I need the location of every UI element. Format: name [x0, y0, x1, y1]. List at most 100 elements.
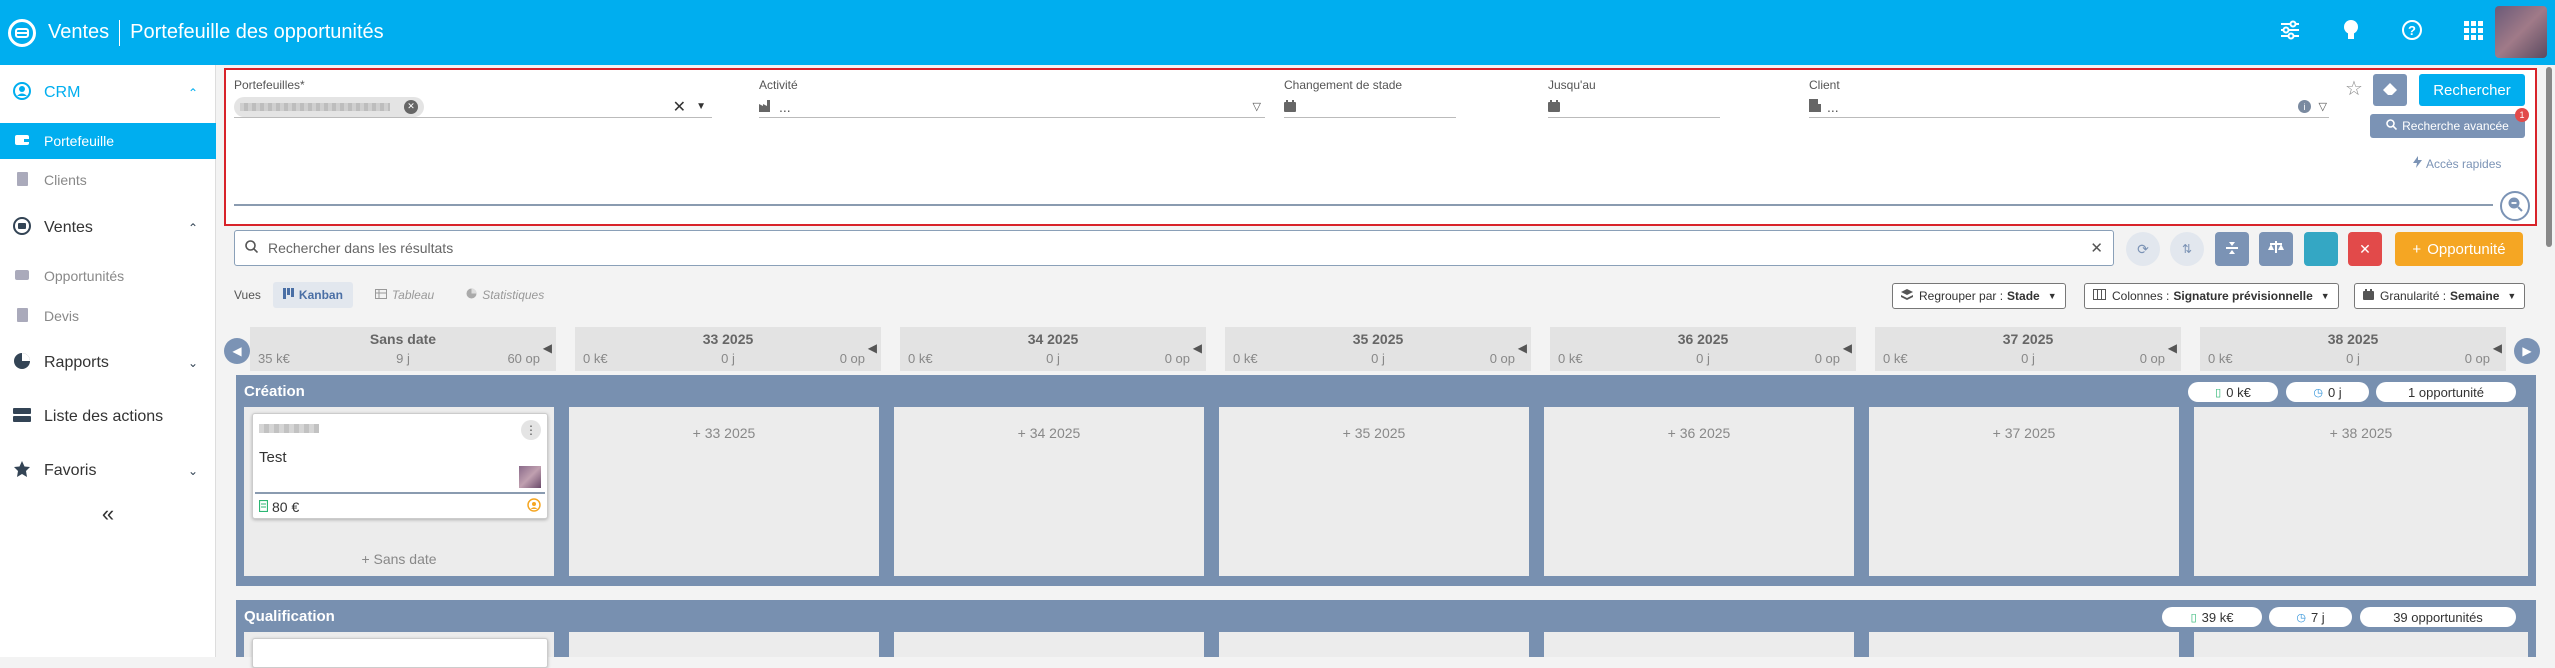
sidebar-item-clients[interactable]: Clients — [0, 165, 216, 195]
list-icon — [8, 407, 36, 427]
plus-icon: + — [2412, 240, 2422, 258]
sort-button[interactable]: ⇅ — [2170, 232, 2204, 266]
building-icon — [1809, 98, 1821, 115]
views-bar: Vues Kanban Tableau Statistiques — [234, 281, 554, 309]
add-to-column-button[interactable]: + 36 2025 — [1544, 425, 1854, 441]
sidebar-item-crm[interactable]: CRM ⌃ — [0, 75, 216, 111]
column-days: 0 j — [1696, 351, 1710, 366]
help-icon[interactable]: ? — [2401, 19, 2423, 47]
star-outline-icon[interactable]: ☆ — [2345, 76, 2363, 101]
add-to-column-button[interactable]: + 35 2025 — [1219, 425, 1529, 441]
arrow-left-icon: ◀ — [232, 344, 242, 358]
tab-statistiques-label: Statistiques — [482, 288, 545, 302]
changement-field[interactable] — [1284, 96, 1456, 118]
sidebar-label-actions: Liste des actions — [44, 408, 164, 425]
opportunity-card[interactable]: ⋮ Test 80 € — [252, 413, 548, 519]
group-by-select[interactable]: Regrouper par : Stade ▼ — [1892, 283, 2066, 309]
tab-kanban[interactable]: Kanban — [272, 282, 353, 308]
scrollbar-thumb[interactable] — [2546, 67, 2552, 247]
collapse-column-icon[interactable]: ◀ — [1843, 341, 1852, 355]
dropdown-arrow-icon[interactable]: ▼ — [696, 101, 706, 112]
column-count: 60 op — [507, 351, 540, 366]
kanban-cell: + 35 2025 — [1219, 407, 1529, 576]
card-menu-icon[interactable]: ⋮ — [521, 420, 541, 440]
granularity-select[interactable]: Granularité : Semaine ▼ — [2354, 283, 2526, 309]
lightbulb-icon[interactable] — [2341, 18, 2361, 48]
portefeuilles-field[interactable]: ✕ ✕ ▼ — [234, 96, 712, 118]
card-amount-row: 80 € — [258, 499, 299, 515]
sidebar-label-clients: Clients — [44, 172, 87, 188]
column-title: 37 2025 — [2002, 331, 2054, 347]
tab-tableau-label: Tableau — [391, 288, 435, 302]
collapse-column-icon[interactable]: ◀ — [868, 341, 877, 355]
eraser-button[interactable] — [2373, 74, 2407, 106]
columns-value: Signature prévisionnelle — [2173, 289, 2313, 303]
column-header: 38 2025 0 k€ 0 j 0 op ◀ — [2200, 327, 2506, 371]
validate-button[interactable] — [2304, 232, 2338, 266]
page-scrollbar[interactable] — [2543, 65, 2555, 657]
user-avatar[interactable] — [2495, 6, 2547, 58]
cancel-button[interactable]: ✕ — [2348, 232, 2382, 266]
add-to-column-button[interactable]: + 37 2025 — [1869, 425, 2179, 441]
sidebar-item-opportunites[interactable]: Opportunités — [0, 261, 216, 291]
collapse-sidebar-button[interactable]: « — [0, 499, 216, 529]
stage-qualification: Qualification ▯ 39 k€ ◷ 7 j 39 opportuni… — [236, 600, 2536, 668]
collapse-column-icon[interactable]: ◀ — [1518, 341, 1527, 355]
sliders-icon[interactable] — [2279, 19, 2301, 47]
sidebar-item-actions[interactable]: Liste des actions — [0, 399, 216, 435]
document-icon — [258, 499, 269, 515]
card-divider — [255, 492, 545, 494]
collapse-rows-button[interactable] — [2215, 232, 2249, 266]
opportunity-card[interactable] — [252, 638, 548, 668]
collapse-column-icon[interactable]: ◀ — [2493, 341, 2502, 355]
clear-icon[interactable]: ✕ — [673, 97, 686, 117]
add-to-column-button[interactable]: + 38 2025 — [2194, 425, 2528, 441]
advanced-search-button[interactable]: Recherche avancée — [2370, 114, 2525, 138]
sidebar-item-portefeuille[interactable]: Portefeuille — [0, 123, 216, 159]
prev-columns-button[interactable]: ◀ — [224, 338, 250, 364]
chart-pie-icon — [8, 352, 36, 375]
collapse-column-icon[interactable]: ◀ — [2168, 341, 2177, 355]
add-to-column-button[interactable]: + 33 2025 — [569, 425, 879, 441]
filters-panel: Portefeuilles* ✕ ✕ ▼ Activité ... ▽ Chan… — [224, 68, 2537, 226]
chip-remove-icon[interactable]: ✕ — [404, 99, 418, 114]
columns-select[interactable]: Colonnes : Signature prévisionnelle ▼ — [2084, 283, 2339, 309]
sidebar-item-ventes[interactable]: Ventes ⌃ — [0, 210, 216, 246]
client-field[interactable]: ... i ▽ — [1809, 96, 2329, 118]
header-icons: ? — [2279, 0, 2483, 65]
sidebar-item-rapports[interactable]: Rapports ⌄ — [0, 345, 216, 381]
add-to-column-button[interactable]: + Sans date — [244, 551, 554, 567]
tab-statistiques[interactable]: Statistiques — [456, 282, 554, 308]
owner-avatar[interactable] — [519, 466, 541, 488]
title-separator — [119, 19, 121, 46]
quick-access-label: Accès rapides — [2426, 156, 2502, 171]
new-opportunity-button[interactable]: + Opportunité — [2395, 232, 2523, 266]
activite-field[interactable]: ... ▽ — [759, 96, 1265, 118]
app-name[interactable]: Ventes — [48, 21, 109, 44]
collapse-column-icon[interactable]: ◀ — [543, 341, 552, 355]
next-columns-button[interactable]: ▶ — [2514, 338, 2540, 364]
refresh-button[interactable]: ⟳ — [2126, 232, 2160, 266]
clear-search-icon[interactable]: ✕ — [2090, 239, 2103, 257]
sidebar-item-devis[interactable]: Devis — [0, 301, 216, 331]
collapse-column-icon[interactable]: ◀ — [1193, 341, 1202, 355]
collapse-filters-button[interactable] — [2500, 191, 2530, 221]
column-count: 0 op — [1489, 351, 1515, 366]
add-to-column-button[interactable]: + 34 2025 — [894, 425, 1204, 441]
info-icon[interactable]: i — [2298, 100, 2311, 113]
results-search-field[interactable]: Rechercher dans les résultats ✕ — [234, 230, 2114, 266]
sidebar-item-favoris[interactable]: Favoris ⌄ — [0, 453, 216, 489]
jusquau-field[interactable] — [1548, 96, 1720, 118]
results-search-placeholder: Rechercher dans les résultats — [268, 240, 454, 256]
dropdown-arrow-icon[interactable]: ▽ — [2319, 100, 2327, 113]
app-logo-icon[interactable] — [8, 18, 36, 47]
document-icon — [8, 171, 36, 189]
settings-button[interactable] — [2259, 232, 2293, 266]
quick-access-link[interactable]: Accès rapides — [2413, 156, 2501, 171]
portefeuille-chip[interactable]: ✕ — [234, 96, 424, 117]
stage-count: 1 opportunité — [2408, 384, 2484, 400]
search-button[interactable]: Rechercher — [2419, 74, 2525, 106]
tab-tableau[interactable]: Tableau — [365, 282, 444, 308]
dropdown-arrow-icon[interactable]: ▽ — [1253, 100, 1261, 113]
apps-grid-icon[interactable] — [2463, 20, 2483, 46]
